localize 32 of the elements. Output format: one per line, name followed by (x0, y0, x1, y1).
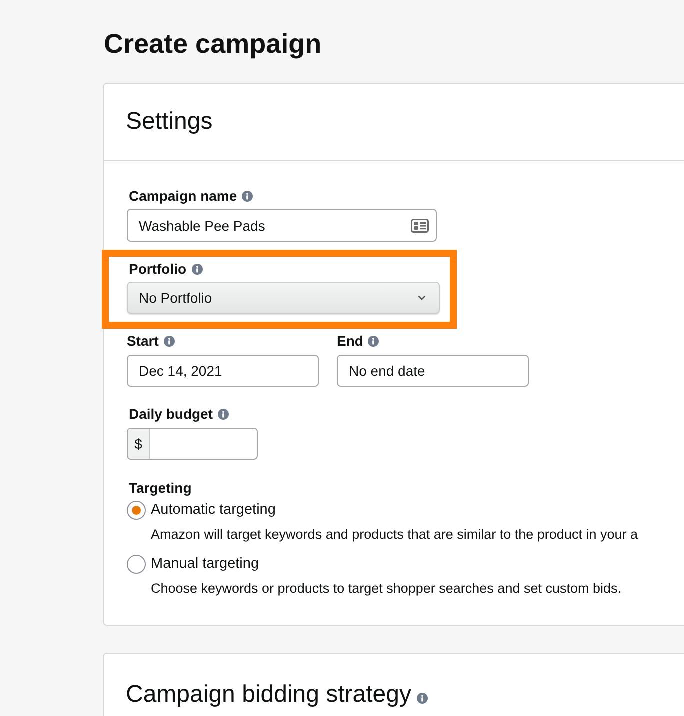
info-icon[interactable] (164, 336, 175, 346)
input-value: Dec 14, 2021 (139, 362, 222, 380)
campaign-name-input[interactable]: Washable Pee Pads (127, 209, 437, 242)
dropdown-value: No Portfolio (139, 289, 212, 307)
info-icon[interactable] (192, 264, 203, 274)
page-title: Create campaign (104, 28, 322, 61)
currency-prefix: $ (128, 429, 150, 459)
field-label: Daily budget (129, 405, 214, 423)
radio-label[interactable]: Automatic targeting (151, 501, 276, 519)
info-icon[interactable] (416, 692, 428, 704)
radio-unselected[interactable] (127, 554, 146, 574)
field-label: Start (127, 332, 159, 350)
contact-card-icon[interactable] (411, 218, 429, 232)
field-label: Targeting (129, 479, 192, 497)
input-value: No end date (349, 362, 426, 380)
card-title: Campaign bidding strategy (126, 680, 412, 710)
info-icon[interactable] (242, 190, 254, 202)
option-description: Amazon will target keywords and products that are similar to the product in your a (151, 527, 638, 542)
field-label: Portfolio (129, 260, 187, 278)
field-label: Campaign name (129, 187, 238, 205)
portfolio-dropdown[interactable]: No Portfolio (127, 282, 440, 314)
radio-selected[interactable] (127, 500, 146, 520)
start-date-input[interactable]: Dec 14, 2021 (127, 355, 319, 387)
option-description: Choose keywords or products to target shopper searches and set custom bids. (151, 581, 622, 596)
field-label: End (337, 332, 364, 350)
info-icon[interactable] (218, 408, 230, 420)
info-icon[interactable] (368, 336, 380, 346)
input-value: Washable Pee Pads (139, 216, 266, 234)
end-date-input[interactable]: No end date (337, 355, 529, 387)
radio-label[interactable]: Manual targeting (151, 555, 260, 573)
card-title: Settings (126, 107, 213, 137)
daily-budget-input[interactable]: $ (127, 428, 258, 460)
